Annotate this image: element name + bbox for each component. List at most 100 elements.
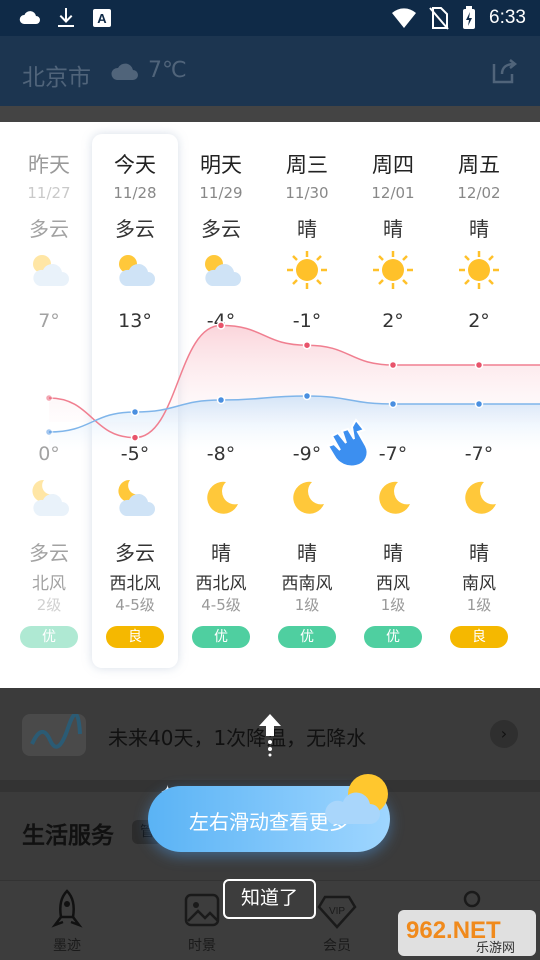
image-icon [184,893,220,927]
forecast-day-3[interactable]: 周三 11/30 晴 -1° -9° 晴西南风 1级优 [264,122,350,688]
aqi-badge: 优 [20,626,78,648]
day-date: 11/27 [27,184,71,202]
night-weather: 多云 [115,541,155,565]
swipe-up-arrow-icon [259,714,281,757]
forecast-day-2[interactable]: 明天 11/29 多云 -4° -8° 晴西北风 4-5级优 [178,122,264,688]
current-temp: 7℃ [148,58,187,83]
moon-cloud-icon [114,478,156,518]
night-weather: 晴 [211,541,231,565]
aqi-badge: 良 [450,626,508,648]
wind-direction: 西南风 [281,574,333,594]
aqi-badge: 优 [278,626,336,648]
trend-chart-icon [22,714,86,756]
forecast-panel[interactable]: 昨天 11/27 多云 7° 0° 多云北风 2级优 今天 11/28 多云 13° -5° 多云西北风… [0,122,540,688]
day-name: 周三 [286,153,328,177]
download-icon [58,8,74,27]
clock: 6:33 [489,7,526,28]
wind-level: 1级 [294,596,320,614]
wind-level: 4-5级 [201,596,241,614]
day-weather: 晴 [383,217,403,241]
sun-icon [458,250,500,290]
high-temp: 2° [382,310,404,332]
day-name: 明天 [200,153,242,177]
moon-icon [200,478,242,518]
trend-text: 未来40天，1次降温，无降水 [108,726,367,750]
day-date: 12/01 [371,184,415,202]
sun-icon [286,250,328,290]
night-weather: 晴 [297,541,317,565]
cloud-icon [111,63,138,80]
forecast-day-0[interactable]: 昨天 11/27 多云 7° 0° 多云北风 2级优 [6,122,92,688]
status-left: A [18,6,114,30]
moon-icon [286,478,328,518]
high-temp: 2° [468,310,490,332]
vip-icon: VIP [317,895,357,929]
services-title: 生活服务 [22,823,114,849]
wind-direction: 北风 [32,574,66,594]
night-weather: 多云 [29,541,69,565]
svg-text:A: A [97,11,107,26]
day-weather: 多云 [29,217,69,241]
wind-level: 2级 [36,596,62,614]
high-temp: -1° [292,310,322,332]
wind-direction: 南风 [462,574,496,594]
day-name: 昨天 [28,153,70,177]
tab-label: 会员 [323,938,351,954]
city-name[interactable]: 北京市 [22,58,91,92]
forecast-day-4[interactable]: 周四 12/01 晴 2° -7° 晴西风 1级优 [350,122,436,688]
app-header: 北京市 7℃ [0,36,540,106]
wind-level: 4-5级 [115,596,155,614]
rocket-icon [51,889,83,928]
day-date: 12/02 [457,184,501,202]
night-weather: 晴 [469,541,489,565]
wind-direction: 西北风 [195,574,247,594]
low-temp: 0° [38,443,60,465]
day-weather: 晴 [297,217,317,241]
font-icon: A [93,9,111,27]
high-temp: -4° [206,310,236,332]
battery-charging-icon [463,6,476,29]
low-temp: -7° [464,443,494,465]
day-date: 11/28 [113,184,157,202]
watermark-text: 962.NET [406,917,501,944]
partly-cloudy-icon [114,250,156,290]
wind-level: 1级 [466,596,492,614]
site-watermark-logo: 962.NET 乐游网 [398,910,536,956]
day-weather: 多云 [115,217,155,241]
svg-text:VIP: VIP [329,906,345,917]
aqi-badge: 优 [364,626,422,648]
day-name: 周四 [372,153,414,177]
night-weather: 晴 [383,541,403,565]
aqi-badge: 优 [192,626,250,648]
low-temp: -5° [120,443,150,465]
low-temp: -8° [206,443,236,465]
forecast-day-1[interactable]: 今天 11/28 多云 13° -5° 多云 西北风 4-5级良 [92,122,178,688]
day-weather: 晴 [469,217,489,241]
no-sim-icon [429,7,449,30]
day-date: 11/30 [285,184,329,202]
cloud-icon [19,11,40,24]
current-weather: 7℃ [110,58,187,83]
day-weather: 多云 [201,217,241,241]
tab-label: 时景 [188,938,216,954]
wifi-icon [392,8,417,28]
day-date: 11/29 [199,184,243,202]
status-right: 6:33 [391,6,526,30]
watermark-sub: 乐游网 [476,941,515,956]
day-name: 今天 [114,153,156,177]
moon-icon [372,478,414,518]
moon-icon [458,478,500,518]
partly-cloudy-icon [200,250,242,290]
got-it-button[interactable]: 知道了 [223,879,316,919]
cloud-icon [325,792,380,824]
tab-label: 墨迹 [53,938,81,954]
high-temp: 13° [118,310,152,332]
header-divider [0,106,540,122]
share-icon[interactable] [490,56,520,86]
status-bar: A 6:33 [0,0,540,36]
high-temp: 7° [38,310,60,332]
swipe-hand-icon [326,418,369,468]
aqi-badge: 良 [106,626,164,648]
forecast-day-5[interactable]: 周五 12/02 晴 2° -7° 晴南风 1级良 [436,122,522,688]
chevron-right-icon[interactable]: › [490,720,518,748]
